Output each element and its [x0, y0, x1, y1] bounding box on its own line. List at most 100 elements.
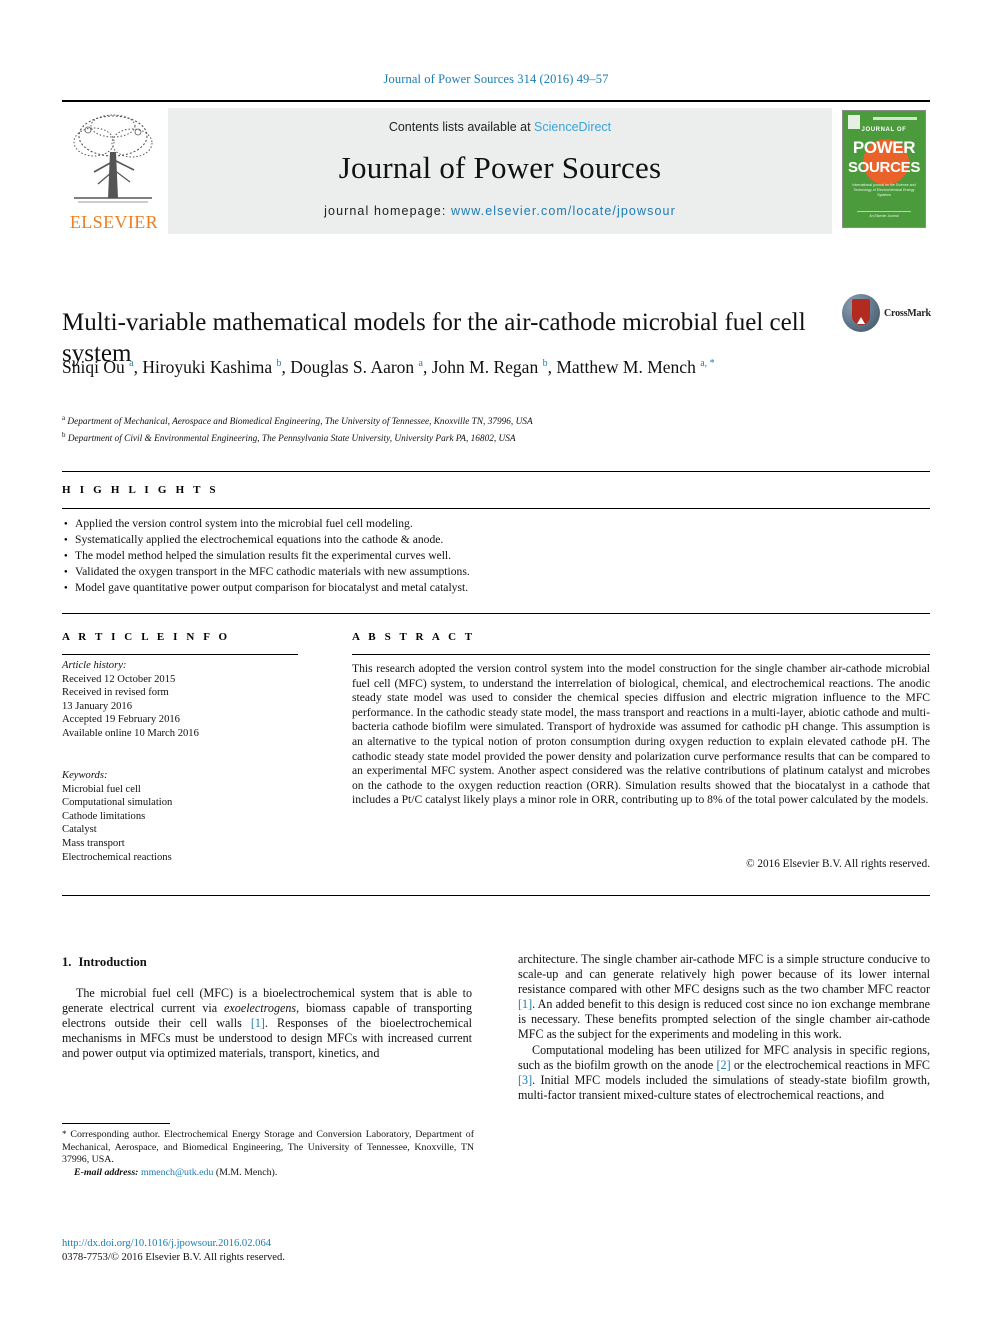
cover-footer: An Elsevier Journal	[857, 211, 911, 219]
cover-word-power: POWER	[852, 138, 916, 157]
email-suffix: (M.M. Mench).	[213, 1166, 278, 1178]
keyword-item: Catalyst	[62, 824, 97, 836]
author-separator: ,	[423, 356, 432, 377]
citation-1[interactable]: [1]	[251, 1016, 265, 1030]
intro-p1-italic-term: exoelectrogens	[224, 1001, 297, 1016]
keyword-item: Electrochemical reactions	[62, 851, 172, 863]
homepage-url-link[interactable]: www.elsevier.com/locate/jpowsour	[451, 204, 676, 218]
contents-available-line: Contents lists available at ScienceDirec…	[168, 120, 832, 134]
crossmark-icon	[842, 294, 880, 332]
highlight-item: Systematically applied the electrochemic…	[64, 532, 930, 549]
highlights-rule-mid	[62, 508, 930, 509]
footer-doi-block: http://dx.doi.org/10.1016/j.jpowsour.201…	[62, 1237, 482, 1265]
keyword-item: Computational simulation	[62, 797, 173, 809]
author-name: Hiroyuki Kashima	[142, 356, 277, 377]
section-heading-introduction: 1. Introduction	[62, 955, 472, 970]
article-history-item: 13 January 2016	[62, 700, 133, 712]
author-list: Shiqi Ou a, Hiroyuki Kashima b, Douglas …	[62, 352, 862, 379]
highlight-item: The model method helped the simulation r…	[64, 548, 930, 565]
section-number: 1.	[62, 955, 72, 969]
affiliation-line: a Department of Mechanical, Aerospace an…	[62, 412, 922, 429]
journal-cover-image: JOURNAL OF POWER SOURCES International j…	[842, 110, 926, 228]
author-separator: ,	[133, 356, 143, 377]
author-name: John M. Regan	[431, 356, 543, 377]
body-column-left: 1. Introduction The microbial fuel cell (…	[62, 955, 472, 1061]
intro-paragraph-2: Computational modeling has been utilized…	[518, 1043, 930, 1103]
issn-copyright-line: 0378-7753/© 2016 Elsevier B.V. All right…	[62, 1252, 285, 1263]
article-history-items: Received 12 October 2015 Received in revi…	[62, 673, 312, 741]
author-name: Shiqi Ou	[62, 356, 130, 377]
citation-3[interactable]: [3]	[518, 1073, 532, 1087]
journal-running-head: Journal of Power Sources 314 (2016) 49–5…	[383, 72, 609, 86]
affiliation-list: a Department of Mechanical, Aerospace an…	[62, 412, 922, 445]
abstract-heading: A B S T R A C T	[352, 631, 476, 643]
highlight-item: Validated the oxygen transport in the MF…	[64, 564, 930, 581]
body-column-right: architecture. The single chamber air-cat…	[518, 952, 930, 1103]
citation-1-repeat[interactable]: [1]	[518, 997, 532, 1011]
journal-masthead: ELSEVIER Contents lists available at Sci…	[62, 100, 930, 234]
author-affiliation-mark: a, *	[700, 358, 715, 369]
contents-prefix: Contents lists available at	[388, 120, 535, 134]
cover-subtitle: International journal on the Science and…	[852, 183, 916, 197]
intro-paragraph-1-continued: architecture. The single chamber air-cat…	[518, 952, 930, 1043]
citation-2[interactable]: [2]	[717, 1058, 731, 1072]
crossmark-badge[interactable]: CrossMark	[842, 294, 931, 334]
highlight-item: Model gave quantitative power output com…	[64, 580, 930, 597]
intro-paragraph-1: The microbial fuel cell (MFC) is a bioel…	[62, 986, 472, 1061]
contents-banner: Contents lists available at ScienceDirec…	[168, 108, 832, 234]
crossmark-book-icon	[852, 299, 870, 325]
keyword-item: Cathode limitations	[62, 810, 146, 822]
journal-title: Journal of Power Sources	[338, 150, 662, 185]
abstract-rule-bottom	[62, 895, 930, 896]
highlights-list: Applied the version control system into …	[64, 516, 930, 597]
abstract-rule	[352, 654, 930, 655]
article-history-item: Available online 10 March 2016	[62, 727, 199, 739]
article-history-item: Accepted 19 February 2016	[62, 714, 180, 726]
cover-top-rule	[873, 117, 917, 120]
journal-homepage-line: journal homepage: www.elsevier.com/locat…	[168, 204, 832, 218]
intro-p2-part2: or the electrochemical reactions in MFC	[730, 1057, 930, 1072]
author-separator: ,	[281, 356, 291, 377]
elsevier-tree-icon	[64, 110, 162, 208]
email-label: E-mail address:	[74, 1166, 139, 1178]
keywords-label: Keywords:	[62, 770, 108, 781]
journal-cover-thumbnail: JOURNAL OF POWER SOURCES International j…	[838, 108, 930, 234]
corresponding-author-footnote: * Corresponding author. Electrochemical …	[62, 1128, 474, 1179]
keyword-item: Mass transport	[62, 837, 125, 849]
keywords-items: Microbial fuel cell Computational simulat…	[62, 783, 312, 865]
highlights-rule-top	[62, 471, 930, 472]
affiliation-text: Department of Mechanical, Aerospace and …	[65, 417, 533, 428]
author-name: Douglas S. Aaron	[290, 356, 419, 377]
highlights-heading: H I G H L I G H T S	[62, 484, 219, 496]
article-history-item: Received in revised form	[62, 687, 169, 699]
intro-p1c-part2: . An added benefit to this design is red…	[518, 997, 930, 1042]
article-history-item: Received 12 October 2015	[62, 673, 176, 685]
article-history-label: Article history:	[62, 660, 127, 671]
abstract-copyright: © 2016 Elsevier B.V. All rights reserved…	[746, 858, 930, 870]
affiliation-line: b Department of Civil & Environmental En…	[62, 429, 922, 446]
elsevier-wordmark: ELSEVIER	[69, 212, 159, 232]
sciencedirect-link[interactable]: ScienceDirect	[534, 120, 611, 134]
section-title: Introduction	[78, 955, 147, 969]
article-history-block: Article history: Received 12 October 201…	[62, 659, 312, 741]
author-name: Matthew M. Mench	[556, 356, 701, 377]
article-info-rule	[62, 654, 298, 655]
article-info-heading: A R T I C L E I N F O	[62, 631, 231, 643]
email-link[interactable]: mmench@utk.edu	[141, 1167, 213, 1178]
intro-p2-part3: . Initial MFC models included the simula…	[518, 1072, 930, 1102]
keywords-block: Keywords: Microbial fuel cell Computation…	[62, 769, 312, 864]
paper-page: Journal of Power Sources 314 (2016) 49–5…	[0, 0, 992, 1323]
crossmark-label: CrossMark	[884, 308, 931, 319]
cover-kicker: JOURNAL OF	[861, 127, 907, 133]
cover-word-sources: SOURCES	[847, 159, 921, 176]
footnote-rule	[62, 1123, 170, 1124]
highlight-item: Applied the version control system into …	[64, 516, 930, 533]
footnote-text: Corresponding author. Electrochemical En…	[62, 1129, 474, 1166]
highlights-rule-bottom	[62, 613, 930, 614]
homepage-prefix: journal homepage:	[324, 204, 451, 218]
keyword-item: Microbial fuel cell	[62, 783, 141, 795]
doi-link[interactable]: http://dx.doi.org/10.1016/j.jpowsour.201…	[62, 1237, 482, 1251]
elsevier-logo: ELSEVIER	[62, 108, 166, 234]
intro-p1c-part1: architecture. The single chamber air-cat…	[518, 952, 930, 997]
abstract-text: This research adopted the version contro…	[352, 662, 930, 807]
